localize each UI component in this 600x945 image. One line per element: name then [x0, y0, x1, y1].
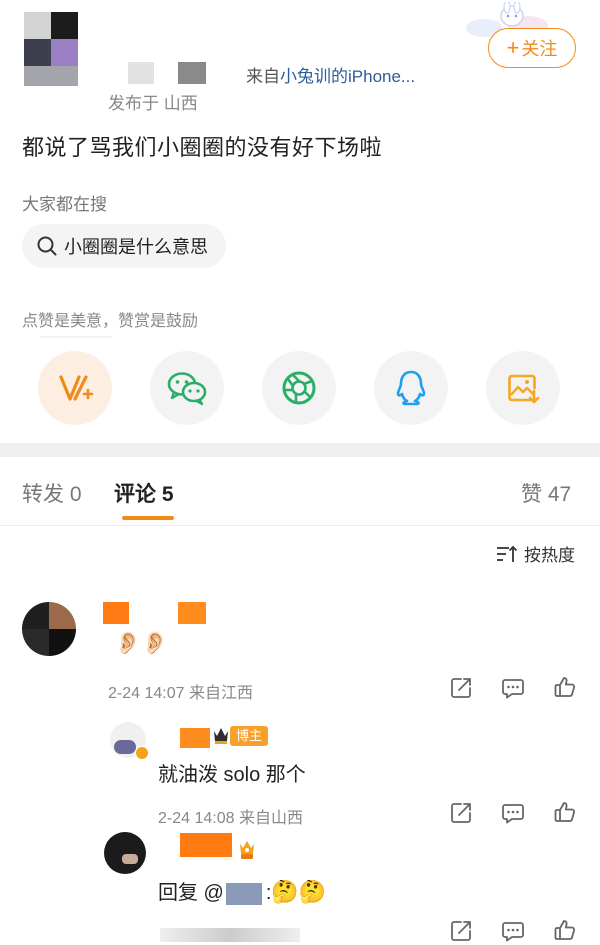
- section-separator: [0, 443, 600, 457]
- thumbs-up-icon: [554, 802, 576, 822]
- blogger-badge: 博主: [230, 726, 269, 746]
- save-image-button[interactable]: [486, 351, 560, 425]
- reply-name-redacted-2[interactable]: [180, 833, 232, 857]
- comment-reply-button[interactable]: [499, 674, 527, 702]
- crown-icon: [214, 728, 228, 744]
- reply-reply-button-1[interactable]: [499, 799, 527, 827]
- commenter-name-redacted[interactable]: [103, 602, 129, 624]
- reply-share-button-1[interactable]: [447, 799, 475, 827]
- reply-icon: [502, 922, 524, 942]
- share-icon: [451, 921, 471, 941]
- reply-text-1: 就油泼 solo 那个: [158, 764, 306, 786]
- save-image-icon: [508, 374, 540, 404]
- active-tab-indicator: [122, 516, 174, 520]
- reward-button[interactable]: [38, 351, 112, 425]
- sort-label: 按热度: [524, 546, 575, 565]
- author-name-redacted-2[interactable]: [178, 62, 206, 84]
- plus-icon: +: [506, 35, 520, 60]
- tab-repost[interactable]: 转发 0: [22, 478, 82, 508]
- reply-icon: [502, 804, 524, 824]
- share-qq-button[interactable]: [374, 351, 448, 425]
- reply-meta-redacted: [160, 928, 300, 942]
- comment-meta: 2-24 14:07 来自江西: [108, 685, 253, 702]
- search-icon: [37, 236, 57, 256]
- reply-name-redacted-1[interactable]: [180, 728, 210, 748]
- wechat-icon: [167, 372, 207, 406]
- post-text: 都说了骂我们小圈圈的没有好下场啦: [22, 135, 383, 160]
- commenter-avatar[interactable]: [22, 602, 76, 656]
- reply-icon: [502, 679, 524, 699]
- hint-divider: [40, 336, 112, 338]
- publish-location: 发布于 山西: [108, 94, 198, 113]
- reply-like-button-2[interactable]: [551, 916, 579, 944]
- follow-label: 关注: [521, 39, 558, 59]
- sort-by-hot-button[interactable]: 按热度: [496, 541, 575, 566]
- thinking-emoji: 🤔🤔: [271, 879, 327, 904]
- author-name-redacted[interactable]: [128, 62, 154, 84]
- thumbs-up-icon: [554, 920, 576, 940]
- reply-reply-button-2[interactable]: [499, 917, 527, 945]
- fan-badge-icon: [240, 841, 254, 859]
- reply-meta-1: 2-24 14:08 来自山西: [158, 810, 303, 827]
- tab-divider: [0, 525, 600, 526]
- tab-likes[interactable]: 赞 47: [521, 478, 571, 508]
- source-prefix: 来自: [246, 67, 280, 86]
- commenter-badge-redacted: [178, 602, 206, 624]
- comment-text: 👂🏻👂🏻: [114, 630, 169, 655]
- reply-like-button-1[interactable]: [551, 798, 579, 826]
- follow-button[interactable]: + 关注: [488, 28, 576, 68]
- post-source: 来自小兔训的iPhone...: [246, 62, 415, 87]
- share-moments-button[interactable]: [262, 351, 336, 425]
- source-app[interactable]: 小兔训的iPhone...: [280, 67, 415, 86]
- sort-icon: [497, 545, 518, 562]
- comment-like-button[interactable]: [551, 673, 579, 701]
- reward-v-icon: [59, 375, 94, 401]
- search-suggestion-text: 小圈圈是什么意思: [64, 237, 208, 257]
- verified-badge-icon: [135, 746, 149, 760]
- like-reward-hint: 点赞是美意，赞赏是鼓励: [22, 313, 199, 330]
- moments-icon: [282, 371, 316, 405]
- qq-icon: [396, 370, 426, 406]
- reply-avatar-2[interactable]: [104, 832, 146, 874]
- reply-text-2: 回复 @:🤔🤔: [158, 876, 326, 905]
- share-icon: [451, 678, 471, 698]
- author-avatar[interactable]: [24, 12, 78, 86]
- search-section-title: 大家都在搜: [22, 195, 107, 214]
- comment-share-button[interactable]: [447, 674, 475, 702]
- search-suggestion-pill[interactable]: 小圈圈是什么意思: [22, 224, 226, 268]
- reply-prefix: 回复 @: [158, 882, 224, 904]
- tab-comments[interactable]: 评论 5: [114, 478, 174, 508]
- thumbs-up-icon: [554, 677, 576, 697]
- mention-redacted[interactable]: [225, 882, 262, 905]
- share-icon: [451, 803, 471, 823]
- reply-share-button-2[interactable]: [447, 917, 475, 945]
- share-wechat-button[interactable]: [150, 351, 224, 425]
